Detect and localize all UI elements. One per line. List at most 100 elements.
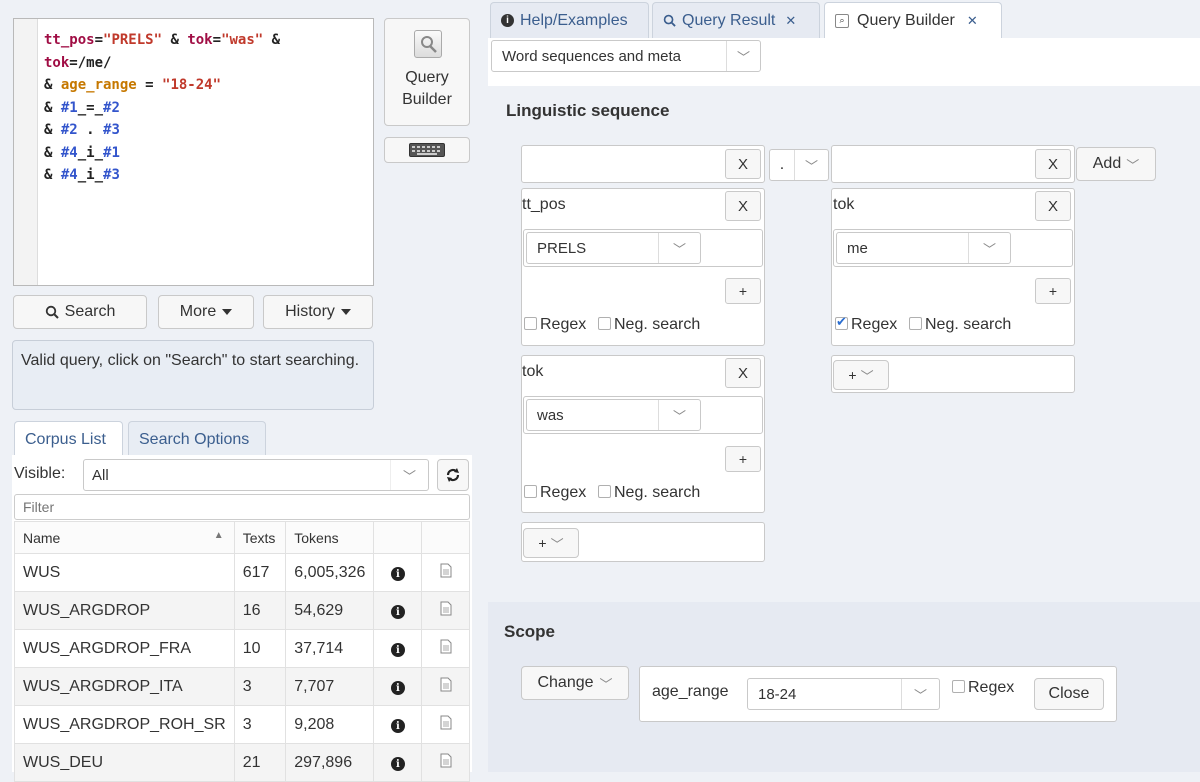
code-token: = [212,32,222,48]
condition-remove-button[interactable]: X [725,358,761,388]
regex-option[interactable]: Regex [524,484,586,502]
condition-remove-button[interactable]: X [725,191,761,221]
cell-name: WUS_ARGDROP_ROH_SR [14,705,235,744]
column-header-doc [421,521,470,554]
document-icon[interactable] [421,667,470,706]
neg-search-option[interactable]: Neg. search [598,316,700,334]
scope-value-select[interactable]: 18-24 ﹀ [747,678,940,710]
regex-label: Regex [540,316,587,333]
add-token-button[interactable]: Add ﹀ [1076,147,1156,181]
search-button[interactable]: Search [13,295,147,329]
info-icon[interactable]: i [373,743,423,782]
regex-checkbox[interactable] [835,314,848,330]
info-icon: i [501,14,514,27]
regex-option[interactable]: Regex [524,316,586,334]
add-value-button[interactable]: + [1035,278,1071,304]
builder-mode-select[interactable]: Word sequences and meta ﹀ [491,40,761,72]
keyboard-button[interactable] [384,137,470,163]
column-header-name[interactable]: Name ▲ [14,521,235,554]
linguistic-heading: Linguistic sequence [506,101,670,120]
tab-query-builder[interactable]: ⌕ Query Builder ✕ [824,2,1002,38]
add-value-button[interactable]: + [725,278,761,304]
neg-search-checkbox[interactable] [598,485,611,498]
filter-input[interactable] [14,494,470,520]
condition-value-select[interactable]: me ﹀ [836,232,1011,264]
neg-search-checkbox[interactable] [598,317,611,330]
document-icon[interactable] [421,705,470,744]
condition-value: was [537,406,564,424]
operator-select[interactable]: . ﹀ [769,149,829,181]
neg-search-option[interactable]: Neg. search [598,484,700,502]
code-token: #1 [60,99,78,116]
neg-search-checkbox[interactable] [909,317,922,330]
column-header-texts[interactable]: Texts [233,521,287,554]
builder-mode-value: Word sequences and meta [502,47,681,65]
code-token: = [94,32,104,48]
scope-attr: age_range [652,683,729,700]
table-row[interactable]: WUS 617 6,005,326 i [14,553,470,592]
code-token: #2 [60,122,78,138]
plus-label: + [538,535,547,551]
code-line: & #4_i_#1 [44,142,280,165]
cell-name: WUS_ARGDROP_FRA [14,629,235,668]
regex-checkbox[interactable] [524,317,537,330]
scope-close-button[interactable]: Close [1034,678,1104,710]
history-label: History [285,303,335,320]
add-value-button[interactable]: + [725,446,761,472]
info-icon[interactable]: i [373,629,423,668]
code-token: & [44,144,61,161]
code-token: . [77,122,104,138]
query-editor[interactable]: tt_pos="PRELS" & tok="was" & tok=/me/& ag… [13,18,374,286]
info-icon[interactable]: i [373,553,423,592]
scope-heading: Scope [504,622,556,641]
scope-regex-option[interactable]: Regex [952,679,1014,697]
neg-search-label: Neg. search [614,484,701,501]
token-2-remove-button[interactable]: X [1035,149,1071,179]
scope-change-button[interactable]: Change ﹀ [521,666,629,700]
info-icon[interactable]: i [373,667,423,706]
column-label: Texts [242,529,276,546]
add-condition-button[interactable]: + ﹀ [833,360,889,390]
regex-checkbox[interactable] [952,680,965,693]
regex-label: Regex [851,316,898,333]
tab-search-options[interactable]: Search Options [128,421,266,457]
add-label: Add [1092,155,1122,172]
close-icon[interactable]: ✕ [967,13,978,29]
tab-query-result[interactable]: Query Result ✕ [652,2,820,38]
table-row[interactable]: WUS_ARGDROP 16 54,629 i [14,591,470,630]
code-token: =/me/ [69,54,112,71]
refresh-button[interactable] [437,459,469,491]
close-icon[interactable]: ✕ [785,13,796,29]
document-icon[interactable] [421,743,470,782]
document-icon[interactable] [421,553,470,592]
document-icon[interactable] [421,629,470,668]
more-button[interactable]: More [158,295,254,329]
regex-option[interactable]: Regex [835,314,898,334]
condition-value: PRELS [537,239,587,257]
column-header-tokens[interactable]: Tokens [285,521,375,554]
query-code[interactable]: tt_pos="PRELS" & tok="was" & tok=/me/& ag… [44,29,280,187]
tab-help-examples[interactable]: i Help/Examples [490,2,649,38]
table-row[interactable]: WUS_ARGDROP_ITA 3 7,707 i [14,667,470,706]
info-icon[interactable]: i [373,705,423,744]
condition-value-select[interactable]: PRELS ﹀ [526,232,701,264]
info-icon[interactable]: i [373,591,423,630]
add-condition-button[interactable]: + ﹀ [523,528,579,558]
condition-remove-button[interactable]: X [1035,191,1071,221]
history-button[interactable]: History [263,295,373,329]
regex-checkbox[interactable] [524,485,537,498]
table-row[interactable]: WUS_ARGDROP_ROH_SR 3 9,208 i [14,705,470,744]
table-row[interactable]: WUS_DEU 21 297,896 i [14,743,470,782]
cell-tokens: 54,629 [285,591,375,630]
tab-corpus-list[interactable]: Corpus List [14,421,123,457]
regex-label: Regex [540,484,587,501]
document-icon[interactable] [421,591,470,630]
condition-value-select[interactable]: was ﹀ [526,399,701,431]
visible-select[interactable]: All ﹀ [83,459,429,491]
chevron-down-icon: ﹀ [726,41,760,71]
chevron-down-icon: ﹀ [1126,157,1140,173]
code-token: & [162,32,188,48]
token-1-remove-button[interactable]: X [725,149,761,179]
table-row[interactable]: WUS_ARGDROP_FRA 10 37,714 i [14,629,470,668]
neg-search-option[interactable]: Neg. search [909,316,1011,334]
